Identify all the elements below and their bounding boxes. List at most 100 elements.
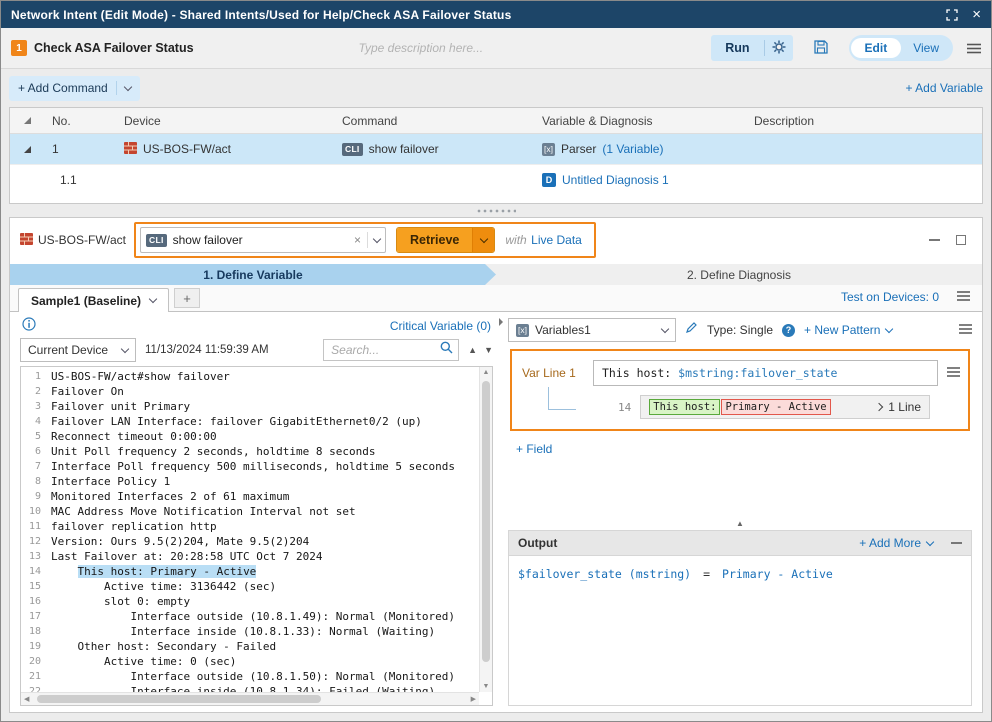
view-toggle-button[interactable]: View [901, 38, 951, 58]
parser-variable-link[interactable]: (1 Variable) [602, 142, 663, 156]
sample-controls-row: Current Device 11/13/2024 11:59:39 AM ▲ [20, 336, 493, 366]
sample-info-row: Critical Variable (0) [20, 316, 493, 336]
panel-divider[interactable] [497, 312, 506, 712]
sample-timestamp: 11/13/2024 11:59:39 AM [145, 344, 269, 356]
tab-define-variable[interactable]: 1. Define Variable [10, 264, 496, 285]
collapse-output-icon[interactable]: ▲ [736, 519, 744, 528]
add-variable-link[interactable]: + Add Variable [905, 81, 983, 95]
add-more-button[interactable]: + Add More [859, 536, 933, 550]
match-literal-highlight: This host: [649, 399, 720, 415]
code-line: 5Reconnect timeout 0:00:00 [21, 429, 478, 444]
tab-sample1-baseline[interactable]: Sample1 (Baseline) [18, 288, 169, 312]
add-command-button[interactable]: + Add Command [9, 76, 140, 101]
scrollbar-thumb[interactable] [482, 381, 490, 662]
vertical-scrollbar[interactable]: ▲ ▼ [479, 367, 492, 692]
match-lines-link[interactable]: 1 Line [876, 400, 921, 414]
header-menu-icon[interactable] [967, 43, 981, 54]
device-label: US-BOS-FW/act [20, 233, 126, 248]
titlebar: Network Intent (Edit Mode) - Shared Inte… [1, 1, 991, 28]
match-row: 14 This host: Primary - Active 1 Line [618, 395, 930, 419]
clear-command-icon[interactable]: × [354, 234, 361, 246]
test-on-devices-link[interactable]: Test on Devices: 0 [841, 290, 939, 304]
collapse-panel-icon[interactable] [499, 318, 503, 326]
header-actions: Run Edit View [711, 35, 981, 61]
run-button[interactable]: Run [711, 35, 763, 61]
pattern-row-menu-icon[interactable] [947, 364, 960, 382]
retrieve-button[interactable]: Retrieve [396, 227, 495, 253]
pattern-menu-icon[interactable] [959, 321, 972, 339]
output-actions: + Add More [859, 536, 962, 550]
command-select[interactable]: CLI show failover × [140, 227, 386, 253]
device-name: US-BOS-FW/act [38, 233, 126, 247]
live-data-link[interactable]: Live Data [531, 233, 582, 247]
minimize-icon[interactable] [929, 239, 940, 241]
tabs-menu-icon[interactable] [957, 288, 970, 306]
intent-content: + Add Command + Add Variable No. Device … [1, 69, 991, 721]
command-text: show failover [369, 142, 439, 156]
retrieve-label[interactable]: Retrieve [397, 228, 472, 252]
table-filler [10, 194, 982, 203]
add-field-link[interactable]: + Field [516, 442, 972, 456]
chevron-down-icon [121, 344, 129, 352]
close-icon[interactable]: × [972, 7, 981, 22]
code-line: 18 Interface inside (10.8.1.33): Normal … [21, 624, 478, 639]
table-row-diagnosis-1-1[interactable]: 1.1 D Untitled Diagnosis 1 [10, 164, 982, 194]
search-icon[interactable] [440, 341, 453, 359]
run-settings-button[interactable] [765, 35, 793, 61]
cli-badge-icon: CLI [146, 234, 167, 247]
maximize-icon[interactable] [946, 9, 958, 21]
divider [116, 81, 117, 95]
diagnosis-link[interactable]: Untitled Diagnosis 1 [562, 173, 669, 187]
critical-variable-link[interactable]: Critical Variable (0) [390, 319, 491, 333]
splitter-grip-icon [476, 209, 516, 213]
sample-tabs-bar: Sample1 (Baseline) + Test on Devices: 0 [10, 285, 982, 312]
add-more-label: + Add More [859, 536, 921, 550]
maximize-panel-icon[interactable] [956, 235, 966, 245]
firewall-device-icon [124, 142, 137, 157]
device-scope-value: Current Device [28, 343, 108, 357]
device-scope-select[interactable]: Current Device [20, 338, 136, 362]
code-line: 2Failover On [21, 384, 478, 399]
code-line: 11failover replication http [21, 519, 478, 534]
connector-line [548, 387, 576, 410]
scrollbar-thumb[interactable] [37, 695, 321, 703]
edit-pencil-icon[interactable] [685, 321, 698, 339]
intent-index-badge: 1 [11, 40, 27, 56]
run-button-group: Run [711, 35, 792, 61]
match-preview[interactable]: This host: Primary - Active 1 Line [640, 395, 930, 419]
type-label: Type: Single [707, 323, 773, 337]
collapse-all-icon[interactable] [10, 117, 44, 124]
horizontal-scrollbar[interactable]: ◀ ▶ [21, 692, 479, 705]
variable-badge-icon: [x] [542, 143, 555, 156]
add-sample-tab-button[interactable]: + [174, 288, 200, 308]
find-next-icon[interactable]: ▼ [484, 345, 493, 355]
sample-tab-label: Sample1 (Baseline) [31, 294, 141, 308]
scroll-up-icon[interactable]: ▲ [480, 369, 492, 376]
tab-define-diagnosis[interactable]: 2. Define Diagnosis [485, 264, 982, 285]
scroll-left-icon[interactable]: ◀ [24, 695, 29, 703]
scroll-right-icon[interactable]: ▶ [471, 695, 476, 703]
pattern-input[interactable]: This host: $mstring:failover_state [593, 360, 938, 386]
description-placeholder[interactable]: Type description here... [359, 41, 484, 55]
scroll-down-icon[interactable]: ▼ [480, 683, 492, 690]
info-icon[interactable] [22, 317, 36, 336]
new-pattern-label: + New Pattern [804, 323, 880, 337]
window-title: Network Intent (Edit Mode) - Shared Inte… [11, 8, 511, 22]
edit-toggle-button[interactable]: Edit [851, 38, 902, 58]
variables-select[interactable]: [x] Variables1 [508, 318, 676, 342]
horizontal-splitter[interactable] [9, 204, 983, 217]
cli-output-viewer[interactable]: 1US-BOS-FW/act#show failover2Failover On… [20, 366, 493, 706]
output-title: Output [518, 536, 557, 550]
row-collapse-icon[interactable] [10, 146, 44, 153]
search-input[interactable] [331, 343, 440, 357]
minimize-output-icon[interactable] [951, 542, 962, 544]
retrieve-dropdown[interactable] [472, 228, 494, 252]
new-pattern-button[interactable]: + New Pattern [804, 323, 892, 337]
table-row-command-1[interactable]: 1 US-BOS-FW/act CLI show failover [x] Pa… [10, 134, 982, 164]
help-icon[interactable]: ? [782, 324, 795, 337]
find-previous-icon[interactable]: ▲ [468, 345, 477, 355]
chevron-down-icon [123, 82, 131, 90]
code-line: 17 Interface outside (10.8.1.49): Normal… [21, 609, 478, 624]
save-button[interactable] [807, 35, 835, 61]
code-lines: 1US-BOS-FW/act#show failover2Failover On… [21, 369, 478, 692]
